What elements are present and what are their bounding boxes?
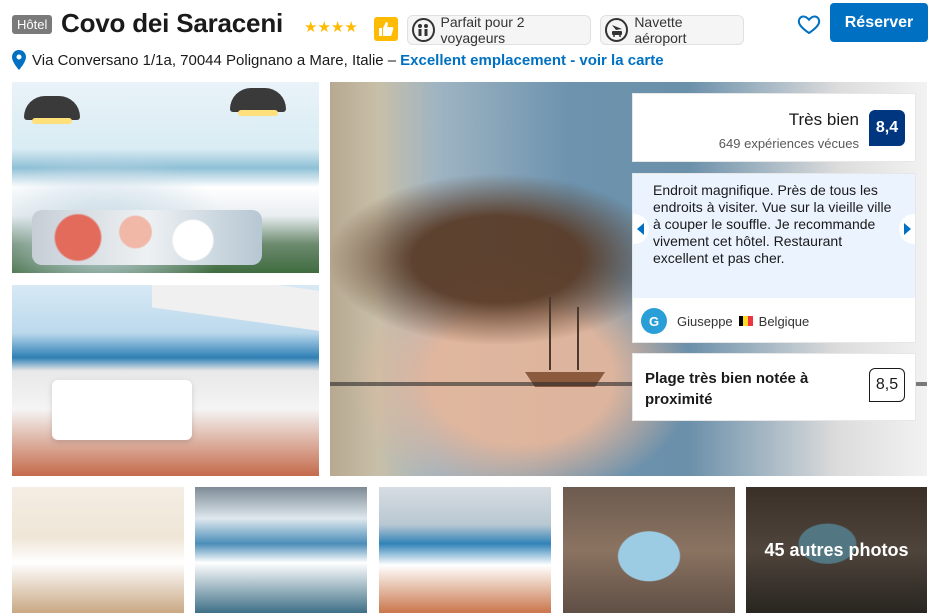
review-score-card[interactable]: Très bien 649 expériences vécues 8,4 — [632, 93, 916, 162]
reviewer-country: Belgique — [758, 313, 810, 329]
location-pin-icon — [12, 50, 26, 70]
gallery-photo-1[interactable] — [12, 82, 319, 273]
heart-icon[interactable] — [797, 12, 821, 36]
address-row: Via Conversano 1/1a, 70044 Polignano a M… — [12, 50, 664, 70]
review-text: Endroit magnifique. Près de tous les end… — [633, 174, 915, 298]
gallery-thumbnail-more[interactable]: 45 autres photos — [746, 487, 927, 613]
seafood-display — [32, 210, 262, 265]
score-count: 649 expériences vécues — [718, 136, 859, 151]
sailboat-shape — [525, 297, 605, 387]
location-map-link[interactable]: Excellent emplacement - voir la carte — [400, 52, 663, 69]
beach-label: Plage très bien notée à proximité — [645, 370, 809, 408]
chevron-left-icon — [637, 223, 644, 235]
reserve-button[interactable]: Réserver — [830, 3, 928, 42]
lamp-shape — [230, 88, 286, 116]
lamp-shape — [24, 96, 80, 124]
reviewer-info: G Giuseppe Belgique — [641, 308, 809, 334]
more-photos-overlay[interactable]: 45 autres photos — [746, 487, 927, 613]
more-photos-label: 45 autres photos — [764, 539, 909, 560]
hotel-name: Covo dei Saraceni — [61, 8, 284, 38]
reviewer-name: Giuseppe — [677, 313, 733, 329]
gallery-photo-2[interactable] — [12, 285, 319, 476]
property-type-badge: Hôtel — [12, 15, 53, 34]
avatar: G — [641, 308, 667, 334]
score-label: Très bien — [788, 110, 859, 129]
perfect-for-two-chip: Parfait pour 2 voyageurs — [407, 14, 591, 46]
shuttle-bus-icon — [605, 18, 629, 42]
gallery-thumbnail-1[interactable] — [12, 487, 184, 613]
table-shape — [52, 380, 192, 440]
guest-review-card: Endroit magnifique. Près de tous les end… — [632, 173, 916, 343]
star-rating: ★★★★ — [304, 19, 358, 36]
airport-shuttle-chip: Navette aéroport — [600, 14, 744, 46]
gallery-thumbnail-4[interactable] — [563, 487, 735, 613]
chip-shuttle-label: Navette aéroport — [634, 14, 687, 46]
belgium-flag-icon — [738, 316, 753, 326]
gallery-thumbnail-3[interactable] — [379, 487, 551, 613]
chip-travelers-label: Parfait pour 2 voyageurs — [440, 14, 525, 46]
chevron-right-icon — [904, 223, 911, 235]
thumbs-up-icon — [374, 17, 398, 41]
beach-rating-card[interactable]: Plage très bien notée à proximité 8,5 — [632, 353, 916, 421]
address-text: Via Conversano 1/1a, 70044 Polignano a M… — [32, 51, 397, 69]
score-badge: 8,4 — [869, 110, 905, 146]
property-header: Hôtel Covo dei Saraceni ★★★★ Parfait pou… — [0, 0, 934, 80]
awning-shape — [152, 285, 319, 333]
beach-score-badge: 8,5 — [869, 368, 905, 402]
couple-icon — [412, 18, 435, 42]
gallery-thumbnail-2[interactable] — [195, 487, 367, 613]
